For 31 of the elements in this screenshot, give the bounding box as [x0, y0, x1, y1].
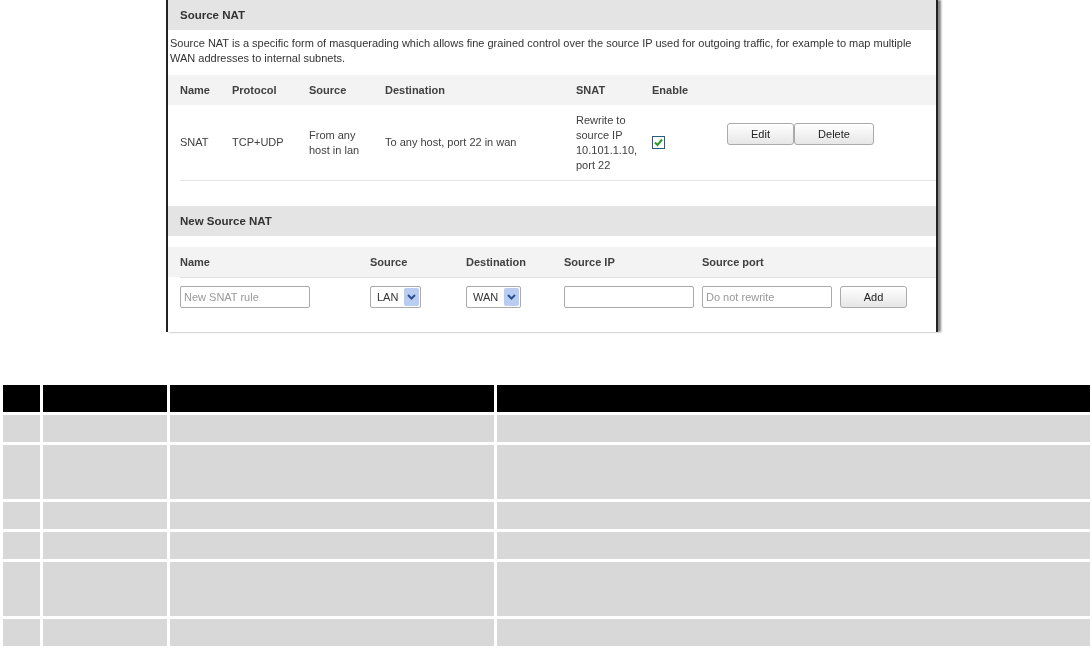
- column-header: SNAT: [576, 84, 606, 96]
- column-header: Protocol: [232, 84, 277, 96]
- section-header: Source NAT: [168, 0, 936, 30]
- source-dropdown[interactable]: LAN: [370, 286, 422, 308]
- table-cell: Rewrite to source IP 10.101.1.10, port 22: [576, 112, 638, 173]
- column-header: Source IP: [564, 256, 615, 268]
- column-header: Destination: [466, 256, 526, 268]
- description-text: Source NAT is a specific form of masquerading which allows fine grained control over the source IP used for outgoing traffic, for example to map multiple WAN addresses to internal subnets.: [169, 36, 913, 66]
- dropdown-caret-icon[interactable]: [504, 288, 520, 306]
- source-port-input-field[interactable]: Do not rewrite: [702, 286, 832, 308]
- enable-checkbox[interactable]: [652, 136, 665, 149]
- column-header: Name: [180, 84, 210, 96]
- table-cell-text: From any host in lan: [309, 127, 361, 158]
- table-cell: To any host, port 22 in wan: [385, 135, 517, 150]
- table-cell: SNAT: [180, 135, 209, 150]
- name-input-field[interactable]: New SNAT rule: [180, 286, 310, 308]
- destination-dropdown[interactable]: WAN: [466, 286, 522, 308]
- column-header: Enable: [652, 84, 689, 96]
- table-header-cell: [3, 385, 40, 412]
- add-button[interactable]: Add: [840, 286, 907, 308]
- delete-button[interactable]: Delete: [794, 123, 874, 145]
- edit-button[interactable]: Edit: [727, 123, 794, 145]
- dropdown-caret-icon[interactable]: [404, 288, 420, 306]
- source-ip-input-field[interactable]: [564, 286, 694, 308]
- column-header: Name: [180, 256, 210, 268]
- column-header: Source: [370, 256, 408, 268]
- table-cell: TCP+UDP: [232, 135, 284, 150]
- column-header: Destination: [385, 84, 445, 96]
- section-header: New Source NAT: [168, 206, 936, 236]
- column-header: Source port: [702, 256, 764, 268]
- column-header: Source: [309, 84, 347, 96]
